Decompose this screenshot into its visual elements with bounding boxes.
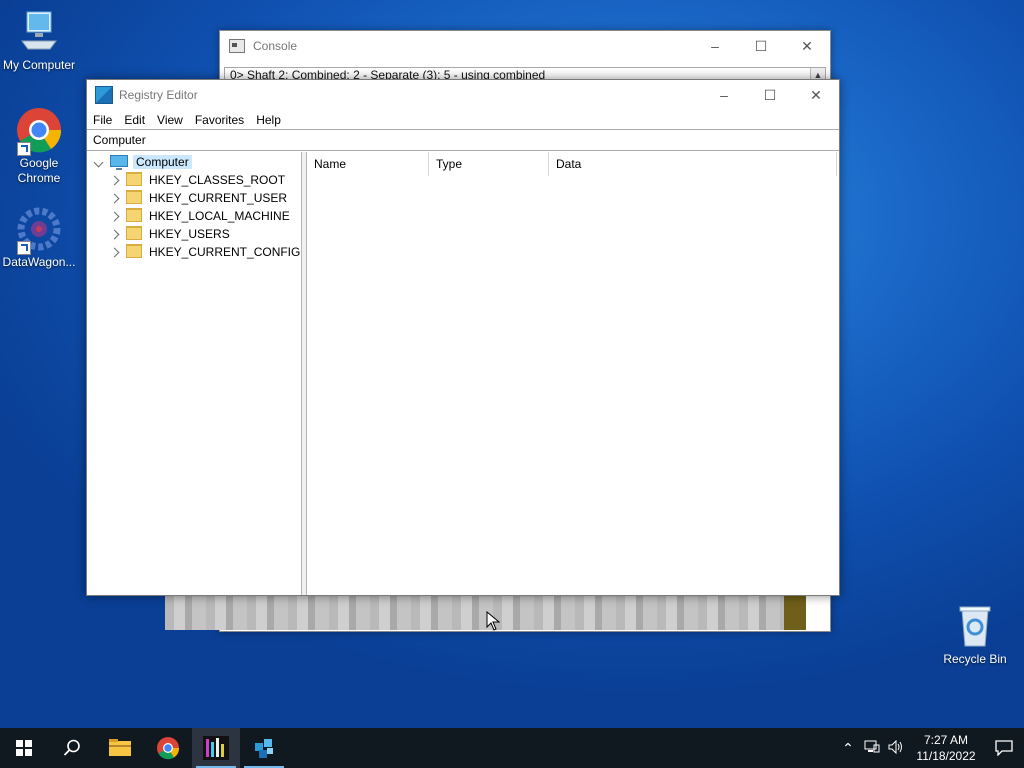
chevron-right-icon[interactable] xyxy=(109,247,120,258)
folder-icon xyxy=(126,226,142,240)
menu-edit[interactable]: Edit xyxy=(118,113,151,127)
tree-item-label: HKEY_USERS xyxy=(149,227,230,241)
recycle-bin-icon xyxy=(951,602,999,650)
tree-item-hkcc[interactable]: HKEY_CURRENT_CONFIG xyxy=(109,243,301,261)
taskbar-registry-editor[interactable] xyxy=(240,728,288,768)
clock-date: 11/18/2022 xyxy=(916,749,976,763)
desktop-icon-recycle-bin[interactable]: Recycle Bin xyxy=(936,602,1014,667)
volume-icon[interactable] xyxy=(884,739,908,757)
console-icon xyxy=(229,39,245,53)
minimize-button[interactable]: – xyxy=(692,31,738,61)
maximize-button[interactable]: ☐ xyxy=(738,31,784,61)
taskbar: ⌃ 7:27 AM 11/18/2022 xyxy=(0,728,1024,768)
desktop-icon-label: DataWagon... xyxy=(2,255,76,269)
network-icon[interactable] xyxy=(860,740,884,757)
taskbar-file-explorer[interactable] xyxy=(96,728,144,768)
tree-item-hklm[interactable]: HKEY_LOCAL_MACHINE xyxy=(109,207,290,225)
close-button[interactable]: ✕ xyxy=(793,80,839,110)
chevron-right-icon[interactable] xyxy=(109,193,120,204)
taskbar-game-app[interactable] xyxy=(192,728,240,768)
menu-bar: File Edit View Favorites Help xyxy=(87,110,839,130)
desktop-icon-datawagon[interactable]: DataWagon... xyxy=(0,205,78,270)
tree-item-hkcr[interactable]: HKEY_CLASSES_ROOT xyxy=(109,171,286,189)
tree-item-label: HKEY_LOCAL_MACHINE xyxy=(149,209,290,223)
tree-item-hkcu[interactable]: HKEY_CURRENT_USER xyxy=(109,189,288,207)
search-icon xyxy=(63,739,80,756)
registry-editor-title: Registry Editor xyxy=(119,88,198,102)
tree-item-label: HKEY_CLASSES_ROOT xyxy=(149,173,286,187)
mouse-cursor-icon xyxy=(486,611,500,631)
start-button[interactable] xyxy=(0,728,48,768)
desktop-icon-my-computer[interactable]: My Computer xyxy=(0,8,78,73)
chevron-right-icon[interactable] xyxy=(109,175,120,186)
minimize-button[interactable]: – xyxy=(701,80,747,110)
desktop-icon-label: Recycle Bin xyxy=(943,652,1007,666)
folder-icon xyxy=(126,172,142,186)
column-header-type[interactable]: Type xyxy=(429,152,549,176)
menu-view[interactable]: View xyxy=(151,113,189,127)
computer-icon xyxy=(15,8,63,56)
shortcut-arrow-icon xyxy=(17,142,31,156)
menu-favorites[interactable]: Favorites xyxy=(189,113,250,127)
values-list[interactable]: Name Type Data xyxy=(307,152,839,595)
registry-editor-icon xyxy=(255,739,273,758)
desktop-icon-label: Google Chrome xyxy=(17,156,61,185)
notification-icon xyxy=(995,740,1013,756)
folder-icon xyxy=(126,208,142,222)
chevron-down-icon[interactable] xyxy=(93,157,104,168)
menu-file[interactable]: File xyxy=(87,113,118,127)
system-tray: ⌃ 7:27 AM 11/18/2022 xyxy=(836,728,1024,768)
registry-editor-window[interactable]: Registry Editor – ☐ ✕ File Edit View Fav… xyxy=(86,79,840,596)
chrome-icon xyxy=(157,737,180,760)
folder-icon xyxy=(126,244,142,258)
chevron-right-icon[interactable] xyxy=(109,211,120,222)
notification-button[interactable] xyxy=(984,728,1024,768)
registry-editor-titlebar[interactable]: Registry Editor – ☐ ✕ xyxy=(87,80,839,110)
tree-item-label: HKEY_CURRENT_USER xyxy=(149,191,288,205)
folder-icon xyxy=(126,190,142,204)
menu-help[interactable]: Help xyxy=(250,113,287,127)
maximize-button[interactable]: ☐ xyxy=(747,80,793,110)
tree-item-label: HKEY_CURRENT_CONFIG xyxy=(149,245,301,259)
shortcut-arrow-icon xyxy=(17,241,31,255)
windows-icon xyxy=(16,740,32,756)
taskbar-chrome[interactable] xyxy=(144,728,192,768)
address-bar[interactable]: Computer xyxy=(87,129,839,151)
console-titlebar[interactable]: Console – ☐ ✕ xyxy=(220,31,830,61)
close-button[interactable]: ✕ xyxy=(784,31,830,61)
tree-item-computer[interactable]: Computer xyxy=(93,153,192,171)
desktop-icon-label: My Computer xyxy=(2,58,76,72)
clock-time: 7:27 AM xyxy=(923,733,969,747)
computer-icon xyxy=(110,155,128,170)
search-button[interactable] xyxy=(48,728,96,768)
clock[interactable]: 7:27 AM 11/18/2022 xyxy=(908,732,984,764)
game-app-icon xyxy=(203,736,229,760)
chrome-icon xyxy=(15,106,63,156)
registry-editor-icon xyxy=(95,86,113,104)
datawagon-icon xyxy=(15,205,63,255)
key-tree: Computer HKEY_CLASSES_ROOT HKEY_CURRENT_… xyxy=(87,152,302,595)
chevron-up-icon[interactable]: ⌃ xyxy=(836,740,860,757)
column-header-name[interactable]: Name xyxy=(307,152,429,176)
folder-icon xyxy=(109,739,131,756)
console-title: Console xyxy=(253,39,298,53)
tree-item-label: Computer xyxy=(133,155,192,169)
desktop-icon-google-chrome[interactable]: Google Chrome xyxy=(0,106,78,186)
column-header-data[interactable]: Data xyxy=(549,152,837,176)
chevron-right-icon[interactable] xyxy=(109,229,120,240)
tree-item-hku[interactable]: HKEY_USERS xyxy=(109,225,230,243)
